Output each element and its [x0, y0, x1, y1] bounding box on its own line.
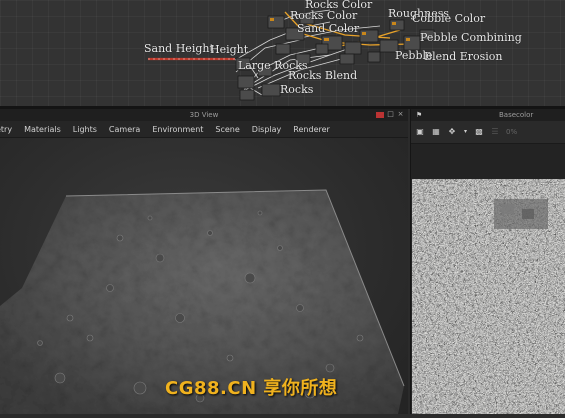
- watermark-text: CG88.CN 享你所想: [165, 378, 338, 399]
- graph-label-pebble: Pebble: [395, 49, 433, 62]
- menu-environment[interactable]: Environment: [146, 125, 209, 134]
- 3d-view-menubar: etry Materials Lights Camera Environment…: [0, 121, 408, 138]
- texture-image: [412, 179, 565, 414]
- graph-label-rocks-color-2: Rocks Color: [290, 9, 358, 22]
- restore-icon[interactable]: □: [387, 111, 394, 118]
- 3d-view-panel: 3D View □ × etry Materials Lights Camera…: [0, 109, 408, 414]
- 3d-view-title: 3D View: [189, 111, 219, 119]
- move-icon[interactable]: ✥: [447, 127, 457, 137]
- menu-renderer[interactable]: Renderer: [287, 125, 336, 134]
- graph-label-sand-color: Sand Color: [297, 22, 360, 35]
- menu-lights[interactable]: Lights: [67, 125, 103, 134]
- graph-label-pebble-combining: Pebble Combining: [420, 31, 522, 44]
- graph-label-cobble-color: Cobble Color: [412, 12, 486, 25]
- menu-camera[interactable]: Camera: [103, 125, 146, 134]
- 2d-view-panel: ⚑ Basecolor ▣ ▦ ✥ ▾ ▩ ☰ 0%: [410, 109, 565, 414]
- menu-geometry[interactable]: etry: [0, 125, 18, 134]
- graph-label-rocks: Rocks: [280, 83, 314, 96]
- basecolor-texture[interactable]: [412, 179, 565, 414]
- graph-label-height: Height: [210, 43, 249, 56]
- 3d-viewport[interactable]: [0, 138, 408, 414]
- save-icon[interactable]: ▦: [431, 127, 441, 137]
- menu-scene[interactable]: Scene: [209, 125, 245, 134]
- close-icon[interactable]: ×: [397, 111, 404, 118]
- zoom-field[interactable]: 0%: [506, 128, 517, 136]
- image-icon[interactable]: ▣: [415, 127, 425, 137]
- layers-icon[interactable]: ☰: [490, 127, 500, 137]
- graph-label-sand-height: Sand Height: [144, 42, 214, 55]
- 2d-view-toolbar: ▣ ▦ ✥ ▾ ▩ ☰ 0%: [411, 121, 565, 144]
- 2d-view-title: Basecolor: [499, 111, 534, 119]
- flag-icon[interactable]: [376, 112, 384, 118]
- graph-label-rocks-blend: Rocks Blend: [288, 69, 358, 82]
- display-icon[interactable]: ▩: [474, 127, 484, 137]
- pin-icon[interactable]: ⚑: [414, 110, 424, 120]
- graph-label-blend-erosion: Blend Erosion: [424, 50, 503, 63]
- 2d-view-titlebar: ⚑ Basecolor: [411, 109, 565, 121]
- 3d-view-titlebar: 3D View □ ×: [0, 109, 408, 121]
- menu-display[interactable]: Display: [246, 125, 288, 134]
- menu-materials[interactable]: Materials: [18, 125, 67, 134]
- terrain-mesh: [0, 189, 405, 414]
- chevron-down-icon[interactable]: ▾: [463, 127, 468, 137]
- node-graph[interactable]: Rocks Color Roughness Rocks Color Cobble…: [0, 0, 565, 106]
